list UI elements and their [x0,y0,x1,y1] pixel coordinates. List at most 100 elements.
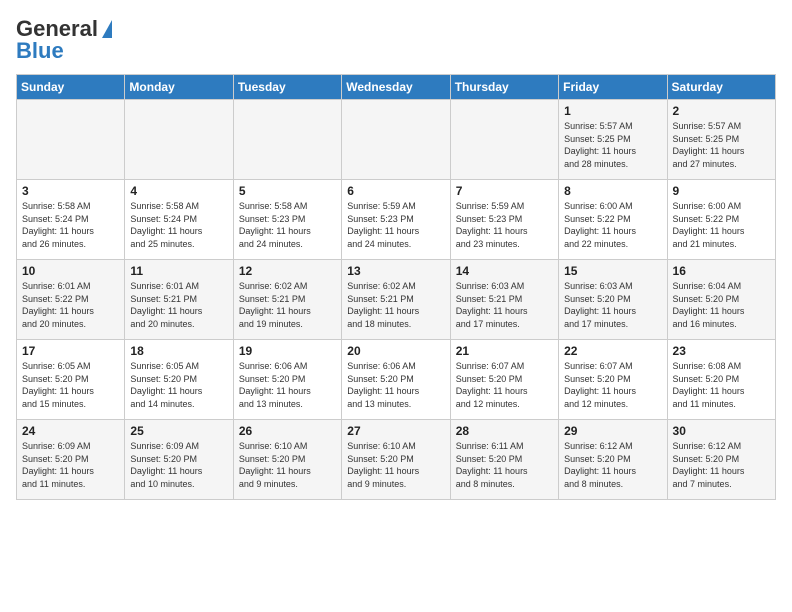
day-number: 29 [564,424,661,438]
day-info: Sunrise: 6:02 AM Sunset: 5:21 PM Dayligh… [347,280,444,330]
calendar-cell: 19 Sunrise: 6:06 AM Sunset: 5:20 PM Dayli… [233,340,341,420]
logo-blue: Blue [16,38,64,64]
calendar-cell: 30 Sunrise: 6:12 AM Sunset: 5:20 PM Dayli… [667,420,775,500]
day-number: 3 [22,184,119,198]
day-info: Sunrise: 6:11 AM Sunset: 5:20 PM Dayligh… [456,440,553,490]
day-info: Sunrise: 5:57 AM Sunset: 5:25 PM Dayligh… [673,120,770,170]
calendar-cell [342,100,450,180]
calendar-cell: 12 Sunrise: 6:02 AM Sunset: 5:21 PM Dayli… [233,260,341,340]
calendar-cell: 8 Sunrise: 6:00 AM Sunset: 5:22 PM Daylig… [559,180,667,260]
day-info: Sunrise: 6:06 AM Sunset: 5:20 PM Dayligh… [347,360,444,410]
day-info: Sunrise: 6:07 AM Sunset: 5:20 PM Dayligh… [564,360,661,410]
calendar-week-row: 3 Sunrise: 5:58 AM Sunset: 5:24 PM Daylig… [17,180,776,260]
day-info: Sunrise: 5:58 AM Sunset: 5:23 PM Dayligh… [239,200,336,250]
day-number: 10 [22,264,119,278]
calendar-cell [233,100,341,180]
day-info: Sunrise: 6:04 AM Sunset: 5:20 PM Dayligh… [673,280,770,330]
calendar-cell: 6 Sunrise: 5:59 AM Sunset: 5:23 PM Daylig… [342,180,450,260]
day-number: 13 [347,264,444,278]
weekday-header: Thursday [450,75,558,100]
day-info: Sunrise: 5:58 AM Sunset: 5:24 PM Dayligh… [22,200,119,250]
day-number: 1 [564,104,661,118]
day-info: Sunrise: 6:06 AM Sunset: 5:20 PM Dayligh… [239,360,336,410]
day-number: 7 [456,184,553,198]
day-info: Sunrise: 6:02 AM Sunset: 5:21 PM Dayligh… [239,280,336,330]
calendar-cell [450,100,558,180]
calendar-cell: 9 Sunrise: 6:00 AM Sunset: 5:22 PM Daylig… [667,180,775,260]
day-number: 24 [22,424,119,438]
day-number: 15 [564,264,661,278]
calendar-cell: 21 Sunrise: 6:07 AM Sunset: 5:20 PM Dayli… [450,340,558,420]
day-number: 17 [22,344,119,358]
calendar-cell: 3 Sunrise: 5:58 AM Sunset: 5:24 PM Daylig… [17,180,125,260]
day-info: Sunrise: 6:09 AM Sunset: 5:20 PM Dayligh… [22,440,119,490]
day-info: Sunrise: 6:09 AM Sunset: 5:20 PM Dayligh… [130,440,227,490]
calendar-cell: 20Sunrise: 6:06 AM Sunset: 5:20 PM Dayli… [342,340,450,420]
logo-triangle-icon [102,20,112,38]
day-info: Sunrise: 6:00 AM Sunset: 5:22 PM Dayligh… [564,200,661,250]
calendar-cell: 23 Sunrise: 6:08 AM Sunset: 5:20 PM Dayli… [667,340,775,420]
calendar-week-row: 10 Sunrise: 6:01 AM Sunset: 5:22 PM Dayli… [17,260,776,340]
day-info: Sunrise: 6:07 AM Sunset: 5:20 PM Dayligh… [456,360,553,410]
calendar-cell: 17 Sunrise: 6:05 AM Sunset: 5:20 PM Dayli… [17,340,125,420]
calendar-cell [125,100,233,180]
calendar-cell: 5 Sunrise: 5:58 AM Sunset: 5:23 PM Daylig… [233,180,341,260]
day-number: 16 [673,264,770,278]
calendar-cell: 11Sunrise: 6:01 AM Sunset: 5:21 PM Dayli… [125,260,233,340]
day-info: Sunrise: 5:59 AM Sunset: 5:23 PM Dayligh… [456,200,553,250]
logo: General Blue [16,16,112,64]
calendar-cell: 14 Sunrise: 6:03 AM Sunset: 5:21 PM Dayli… [450,260,558,340]
weekday-header: Wednesday [342,75,450,100]
day-number: 2 [673,104,770,118]
calendar-week-row: 17 Sunrise: 6:05 AM Sunset: 5:20 PM Dayli… [17,340,776,420]
day-info: Sunrise: 6:10 AM Sunset: 5:20 PM Dayligh… [347,440,444,490]
day-info: Sunrise: 6:12 AM Sunset: 5:20 PM Dayligh… [673,440,770,490]
day-number: 30 [673,424,770,438]
day-info: Sunrise: 6:05 AM Sunset: 5:20 PM Dayligh… [22,360,119,410]
day-number: 25 [130,424,227,438]
calendar-cell: 15 Sunrise: 6:03 AM Sunset: 5:20 PM Dayli… [559,260,667,340]
calendar-cell: 27Sunrise: 6:10 AM Sunset: 5:20 PM Dayli… [342,420,450,500]
day-number: 21 [456,344,553,358]
day-number: 6 [347,184,444,198]
day-info: Sunrise: 6:01 AM Sunset: 5:22 PM Dayligh… [22,280,119,330]
calendar-cell: 1 Sunrise: 5:57 AM Sunset: 5:25 PM Daylig… [559,100,667,180]
calendar-cell: 26 Sunrise: 6:10 AM Sunset: 5:20 PM Dayli… [233,420,341,500]
calendar-cell: 29 Sunrise: 6:12 AM Sunset: 5:20 PM Dayli… [559,420,667,500]
day-number: 8 [564,184,661,198]
weekday-header: Tuesday [233,75,341,100]
day-info: Sunrise: 5:59 AM Sunset: 5:23 PM Dayligh… [347,200,444,250]
day-number: 5 [239,184,336,198]
calendar-cell: 4Sunrise: 5:58 AM Sunset: 5:24 PM Daylig… [125,180,233,260]
weekday-header: Saturday [667,75,775,100]
day-info: Sunrise: 6:03 AM Sunset: 5:20 PM Dayligh… [564,280,661,330]
weekday-header: Sunday [17,75,125,100]
day-info: Sunrise: 6:08 AM Sunset: 5:20 PM Dayligh… [673,360,770,410]
calendar-cell: 16 Sunrise: 6:04 AM Sunset: 5:20 PM Dayli… [667,260,775,340]
day-number: 28 [456,424,553,438]
day-info: Sunrise: 5:58 AM Sunset: 5:24 PM Dayligh… [130,200,227,250]
day-number: 19 [239,344,336,358]
day-number: 26 [239,424,336,438]
day-info: Sunrise: 5:57 AM Sunset: 5:25 PM Dayligh… [564,120,661,170]
calendar-cell: 13 Sunrise: 6:02 AM Sunset: 5:21 PM Dayli… [342,260,450,340]
calendar-cell: 10 Sunrise: 6:01 AM Sunset: 5:22 PM Dayli… [17,260,125,340]
day-info: Sunrise: 6:01 AM Sunset: 5:21 PM Dayligh… [130,280,227,330]
day-number: 22 [564,344,661,358]
calendar-cell: 24 Sunrise: 6:09 AM Sunset: 5:20 PM Dayli… [17,420,125,500]
day-info: Sunrise: 6:10 AM Sunset: 5:20 PM Dayligh… [239,440,336,490]
calendar-cell: 22 Sunrise: 6:07 AM Sunset: 5:20 PM Dayli… [559,340,667,420]
day-info: Sunrise: 6:03 AM Sunset: 5:21 PM Dayligh… [456,280,553,330]
calendar-cell: 7 Sunrise: 5:59 AM Sunset: 5:23 PM Daylig… [450,180,558,260]
day-number: 12 [239,264,336,278]
day-info: Sunrise: 6:05 AM Sunset: 5:20 PM Dayligh… [130,360,227,410]
day-number: 23 [673,344,770,358]
day-info: Sunrise: 6:00 AM Sunset: 5:22 PM Dayligh… [673,200,770,250]
page-header: General Blue [16,16,776,64]
calendar-cell [17,100,125,180]
day-info: Sunrise: 6:12 AM Sunset: 5:20 PM Dayligh… [564,440,661,490]
day-number: 14 [456,264,553,278]
calendar-cell: 18Sunrise: 6:05 AM Sunset: 5:20 PM Dayli… [125,340,233,420]
day-number: 9 [673,184,770,198]
weekday-header: Monday [125,75,233,100]
